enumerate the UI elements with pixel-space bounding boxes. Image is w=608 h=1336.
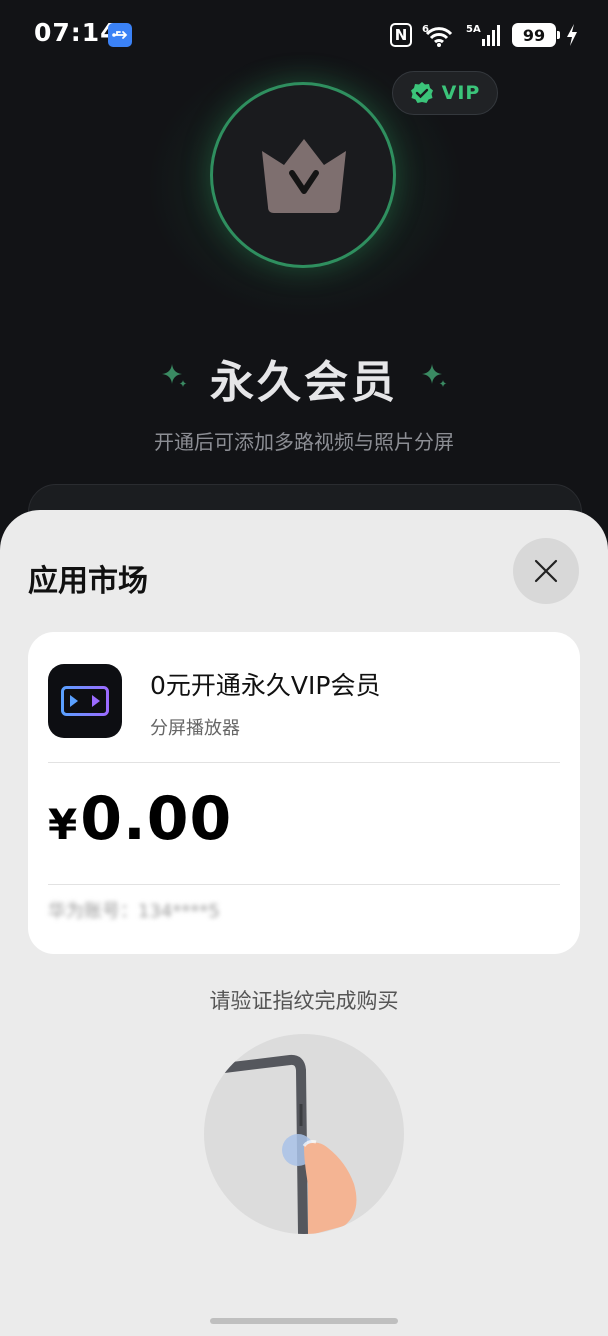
- close-button[interactable]: [513, 538, 579, 604]
- payment-sheet: 应用市场 0元开通永久VIP会员 分屏播放器 ¥0.00 华为账号：134***…: [0, 510, 608, 1336]
- product-name: 0元开通永久VIP会员: [150, 671, 381, 700]
- battery-icon: 99: [512, 23, 560, 47]
- close-icon: [534, 559, 558, 583]
- account-info: 华为账号：134****5: [48, 901, 220, 922]
- split-screen-icon: [61, 686, 109, 716]
- price: ¥0.00: [48, 784, 232, 854]
- fingerprint-sensor-illustration[interactable]: [204, 1034, 404, 1234]
- crown-badge: [210, 82, 396, 268]
- charging-icon: [567, 24, 577, 46]
- sheet-title: 应用市场: [28, 564, 148, 599]
- app-icon: [48, 664, 122, 738]
- page-title: 永久会员: [210, 357, 398, 408]
- currency-symbol: ¥: [48, 800, 79, 849]
- price-amount: 0.00: [80, 784, 233, 854]
- cellular-signal-icon: 5A: [466, 24, 500, 46]
- page-subtitle: 开通后可添加多路视频与照片分屏: [154, 430, 454, 454]
- sparkle-icon-right: [422, 364, 447, 387]
- order-card: 0元开通永久VIP会员 分屏播放器 ¥0.00 华为账号：134****5: [28, 632, 580, 954]
- app-name: 分屏播放器: [150, 718, 240, 739]
- wifi-icon: 6: [422, 24, 453, 47]
- vip-label: VIP: [441, 82, 481, 104]
- crown-icon: [262, 139, 346, 213]
- fingerprint-prompt: 请验证指纹完成购买: [209, 989, 399, 1013]
- nfc-icon: N: [390, 23, 412, 47]
- divider: [48, 884, 560, 885]
- svg-text:5A: 5A: [466, 24, 481, 35]
- phone-hand-illustration: [223, 1054, 357, 1234]
- usb-icon: [108, 23, 132, 47]
- vip-badge: VIP: [392, 71, 498, 115]
- status-time: 07:14: [34, 18, 119, 47]
- home-indicator[interactable]: [210, 1318, 398, 1324]
- verified-icon: [410, 82, 433, 103]
- divider: [48, 762, 560, 763]
